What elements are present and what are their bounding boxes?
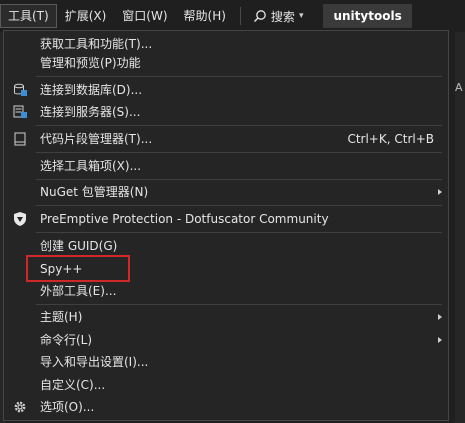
menu-divider: [36, 232, 442, 233]
menu-item-snippet-manager[interactable]: 代码片段管理器(T)... Ctrl+K, Ctrl+B: [4, 128, 448, 150]
menu-item-create-guid[interactable]: 创建 GUID(G): [4, 235, 448, 257]
menu-item-choose-toolbox[interactable]: 选择工具箱项(X)...: [4, 155, 448, 177]
menu-item-manage-preview[interactable]: 管理和预览(P)功能: [4, 52, 448, 74]
search-label: 搜索: [270, 9, 295, 24]
background-right-text: A: [455, 81, 463, 94]
menu-item-nuget[interactable]: NuGet 包管理器(N): [4, 181, 448, 203]
menu-divider: [36, 76, 442, 77]
menu-item-theme[interactable]: 主题(H): [4, 306, 448, 328]
server-connect-icon: [13, 105, 27, 118]
menu-help[interactable]: 帮助(H): [176, 4, 234, 28]
menu-tools[interactable]: 工具(T): [0, 4, 57, 28]
menu-item-connect-database[interactable]: 连接到数据库(D)...: [4, 79, 448, 101]
menu-item-command-line[interactable]: 命令行(L): [4, 329, 448, 351]
snippet-manager-icon: [14, 132, 26, 146]
submenu-arrow-icon: [438, 314, 442, 320]
spy-highlight-box: [26, 255, 130, 282]
tools-dropdown-menu: 获取工具和功能(T)... 管理和预览(P)功能 连接到数据库(D)... 连接…: [3, 30, 449, 421]
shortcut-text: Ctrl+K, Ctrl+B: [347, 132, 434, 146]
menu-divider: [36, 125, 442, 126]
menu-item-dotfuscator[interactable]: PreEmptive Protection - Dotfuscator Comm…: [4, 208, 448, 230]
submenu-arrow-icon: [438, 189, 442, 195]
menu-divider: [36, 304, 442, 305]
search-button[interactable]: 搜索 ▾: [247, 8, 310, 25]
project-title: unitytools: [323, 4, 412, 28]
database-connect-icon: [14, 83, 27, 96]
menu-window[interactable]: 窗口(W): [114, 4, 175, 28]
menu-item-external-tools[interactable]: 外部工具(E)...: [4, 280, 448, 302]
menu-item-options[interactable]: 选项(O)...: [4, 396, 448, 418]
search-icon: [253, 10, 266, 22]
gear-icon: [14, 401, 26, 413]
menu-item-customize[interactable]: 自定义(C)...: [4, 374, 448, 396]
menu-divider: [36, 179, 442, 180]
menu-extensions[interactable]: 扩展(X): [57, 4, 115, 28]
menu-item-import-export-settings[interactable]: 导入和导出设置(I)...: [4, 351, 448, 373]
menu-item-connect-server[interactable]: 连接到服务器(S)...: [4, 101, 448, 123]
shield-icon: [14, 212, 26, 226]
menubar-divider: [239, 7, 241, 25]
chevron-down-icon: ▾: [298, 11, 304, 21]
menu-divider: [36, 205, 442, 206]
menu-bar: 工具(T) 扩展(X) 窗口(W) 帮助(H) 搜索 ▾ unitytools: [0, 0, 465, 32]
submenu-arrow-icon: [438, 337, 442, 343]
menu-divider: [36, 152, 442, 153]
